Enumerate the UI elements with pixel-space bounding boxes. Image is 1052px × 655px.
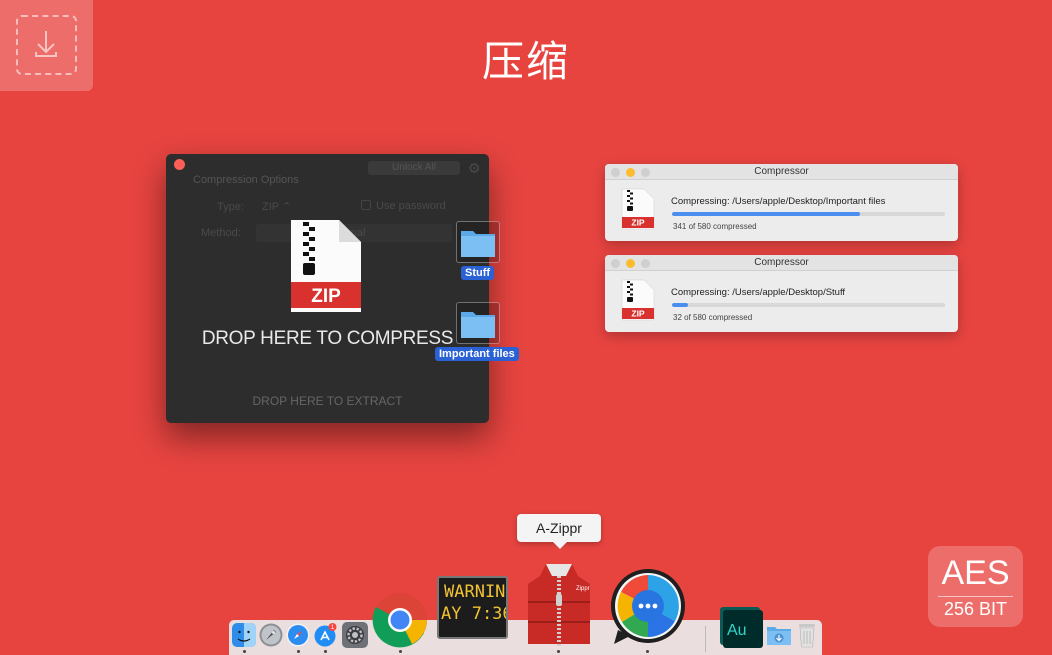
compression-options-title: Compression Options (193, 174, 299, 186)
compressor-window[interactable]: Compressor ZIP Compressing: /Users/apple… (605, 255, 958, 332)
folder-icon (461, 312, 495, 338)
dock-separator (705, 626, 706, 652)
page-title: 压缩 (481, 37, 570, 86)
count-text: 341 of 580 compressed (673, 222, 757, 231)
dock-tooltip: A-Zippr (517, 514, 601, 549)
window-title: Compressor (754, 166, 809, 177)
drop-window[interactable]: Unlock All ⚙ Compression Options Type: Z… (166, 154, 489, 423)
zip-file-icon: ZIP (621, 188, 655, 230)
audition-label: Au (727, 622, 747, 639)
speech-icon[interactable] (608, 568, 688, 648)
a-zippr-icon[interactable]: Zippr (524, 562, 594, 648)
drop-extract-zone[interactable]: DROP HERE TO EXTRACT (166, 394, 489, 408)
gear-icon[interactable]: ⚙ (468, 160, 481, 177)
type-label: Type: (217, 201, 244, 213)
zip-file-icon: ZIP (291, 220, 361, 312)
close-button[interactable] (174, 159, 185, 170)
status-text: Compressing: /Users/apple/Desktop/Import… (671, 196, 886, 207)
finder-icon[interactable] (232, 623, 256, 647)
count-text: 32 of 580 compressed (673, 313, 753, 322)
chrome-icon[interactable] (372, 592, 428, 648)
folder-label: Stuff (461, 266, 495, 280)
trash-icon[interactable] (797, 622, 817, 648)
unlock-all-button[interactable]: Unlock All (368, 161, 460, 175)
console-line-2: AY 7:36 (441, 604, 508, 624)
zip-badge-text: ZIP (631, 309, 645, 319)
divider (938, 596, 1013, 597)
folder-label: Important files (435, 347, 519, 361)
progress-bar (672, 212, 945, 216)
use-password-checkbox[interactable]: Use password (361, 200, 446, 212)
window-title: Compressor (754, 257, 809, 268)
aes-bits-label: 256 BIT (943, 599, 1008, 619)
method-label: Method: (201, 227, 241, 239)
zip-badge-text: ZIP (631, 218, 645, 228)
app-store-icon[interactable]: 1 (313, 623, 337, 647)
use-password-label: Use password (376, 200, 446, 212)
zip-file-icon: ZIP (621, 279, 655, 321)
type-value: ZIP (262, 201, 279, 213)
aes-badge: AES 256 BIT (928, 546, 1023, 627)
progress-fill (672, 212, 861, 216)
console-icon[interactable]: WARNIN AY 7:36 (437, 576, 508, 639)
downloads-folder-icon[interactable] (766, 624, 792, 646)
compressor-window[interactable]: Compressor ZIP Compressing: /Users/apple… (605, 164, 958, 241)
system-preferences-icon[interactable] (342, 622, 368, 648)
progress-bar (672, 303, 945, 307)
console-line-1: WARNIN (444, 582, 506, 602)
titlebar[interactable]: Compressor (605, 164, 958, 180)
type-select[interactable]: ZIP ⌃ (262, 200, 291, 213)
audition-icon[interactable]: Au (723, 610, 763, 648)
status-text: Compressing: /Users/apple/Desktop/Stuff (671, 287, 846, 298)
svg-text:Zippr: Zippr (576, 586, 590, 592)
safari-icon[interactable] (286, 623, 310, 647)
titlebar[interactable]: Compressor (605, 255, 958, 271)
zip-badge-text: ZIP (311, 286, 341, 307)
progress-fill (672, 303, 689, 307)
folder-icon (461, 231, 495, 257)
launchpad-icon[interactable] (259, 623, 283, 647)
aes-label: AES (941, 554, 1010, 592)
